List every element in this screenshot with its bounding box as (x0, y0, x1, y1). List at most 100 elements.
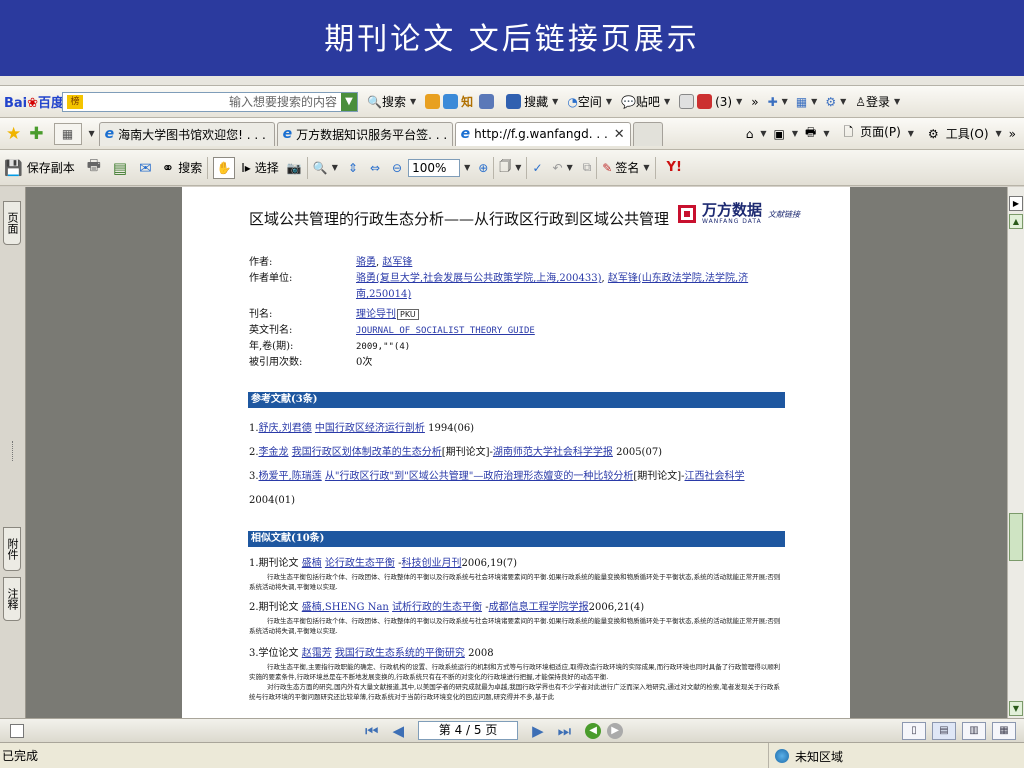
unit-link[interactable]: 骆勇(复旦大学,社会发展与公共政策学院,上海,200433) (356, 273, 602, 284)
page-menu[interactable]: 🗋 页面(P) (837, 123, 901, 144)
more-chevron[interactable]: » (751, 95, 758, 109)
message-button[interactable]: (3) ▼ (679, 94, 742, 109)
logo-cn: 万方数据 (702, 201, 763, 219)
select-tool-icon[interactable]: I▸ (241, 161, 251, 175)
fit-width-icon[interactable]: ⇔ (370, 161, 380, 175)
tab-list-chevron[interactable]: ▼ (89, 129, 95, 138)
continuous-page-icon[interactable]: ▤ (932, 722, 956, 740)
more-chevron[interactable]: » (1009, 127, 1016, 141)
book-icon (506, 94, 522, 109)
calendar-icon[interactable] (479, 94, 495, 109)
quick-tabs-button[interactable]: ▦ (53, 122, 82, 145)
page-number-input[interactable]: 第 4 / 5 页 (418, 721, 519, 740)
copy-icon[interactable]: ⧉ (583, 160, 592, 175)
reference-item: 3.杨爱平,陈瑞莲 从"行政区行政"到"区域公共管理"—政府治理形态嬗变的一种比… (249, 471, 745, 506)
page-controls: ⏮ ◀ 第 4 / 5 页 ▶ ⏭ ◀ ▶ (365, 721, 629, 740)
email-icon[interactable]: ✉ (139, 159, 152, 177)
undo-icon[interactable]: ↶ (553, 161, 563, 175)
page-layout-icon[interactable]: 🗍 (499, 157, 511, 178)
snapshot-icon[interactable]: 📷 (287, 161, 302, 175)
scroll-down-icon[interactable]: ▼ (1009, 701, 1023, 716)
yahoo-logo-icon[interactable]: Y! (667, 160, 682, 175)
tabs-bar: ★ ✚ ▦ ▼ e 海南大学图书馆欢迎您! . . . e 万方数据知识服务平台… (0, 118, 1024, 150)
save-copy-button[interactable]: 保存副本 (27, 159, 75, 176)
mail-icon[interactable] (425, 94, 441, 109)
favorites-star-icon[interactable]: ★ (6, 124, 21, 144)
pdf-toolbar: 💾 保存副本 🖶 ▤ ✉ ⚭ 搜索 ✋ I▸ 选择 📷 🔍 ▼ ⇕ ⇔ ⊖ 100… (0, 150, 1024, 186)
chevron-down-icon[interactable]: ▼ (341, 92, 357, 111)
print-icon[interactable]: 🖶 (805, 123, 816, 144)
tab-attachments[interactable]: 附件 (3, 527, 21, 571)
expand-arrow-icon[interactable]: ▶ (1009, 196, 1023, 211)
status-text: 已完成 (2, 749, 39, 763)
space-button[interactable]: ◔ 空间 ▼ (567, 93, 612, 110)
gear-icon[interactable]: ⚙ (825, 95, 836, 109)
last-page-icon[interactable]: ⏭ (558, 722, 572, 740)
zhidao-button[interactable]: 知 (461, 93, 473, 110)
forward-view-icon[interactable]: ▶ (607, 722, 624, 739)
wanfang-logo: 万方数据 WANFANG DATA 文献链接 (678, 203, 800, 225)
search-placeholder: 输入想要搜索的内容 (228, 95, 337, 109)
en-journal-link[interactable]: JOURNAL OF SOCIALIST THEORY GUIDE (356, 326, 535, 336)
vertical-scrollbar[interactable]: ▶ ▲ ▼ (1007, 187, 1024, 718)
tab-comments[interactable]: 注释 (3, 577, 21, 621)
zoom-input[interactable]: 100% (408, 158, 461, 177)
zoom-dropdown[interactable]: ▼ (464, 163, 470, 172)
login-button[interactable]: ♙ 登录 ▼ (855, 93, 900, 110)
next-page-icon[interactable]: ▶ (532, 722, 544, 740)
panel-grip[interactable] (12, 441, 14, 461)
zoom-in-icon[interactable]: 🔍 (313, 161, 328, 175)
print-icon[interactable]: 🖶 (87, 155, 101, 180)
grid-icon[interactable]: ▦ (796, 95, 807, 109)
continuous-facing-icon[interactable]: ▦ (992, 722, 1016, 740)
similar-abstract: 对行政生态方面的研究,国内外有大量文献报道,其中,以美国学者的研究成就最为卓越,… (249, 683, 780, 701)
new-tab-button[interactable] (632, 121, 663, 146)
select-button[interactable]: 选择 (255, 159, 279, 176)
baidu-search-input[interactable]: 榜 输入想要搜索的内容 ▼ (62, 91, 358, 112)
zoom-out-icon[interactable]: ⊖ (392, 161, 402, 175)
prev-page-icon[interactable]: ◀ (393, 722, 405, 740)
add-favorite-icon[interactable]: ✚ (29, 124, 43, 144)
journal-link[interactable]: 理论导刊 (356, 309, 396, 320)
binoculars-icon[interactable]: ⚭ (162, 159, 175, 177)
security-zone: 未知区域 (768, 743, 843, 768)
puzzle-icon[interactable]: ✚ (768, 95, 778, 109)
tab-pages[interactable]: 页面 (3, 201, 21, 245)
sign-button[interactable]: 签名 (615, 159, 639, 176)
tab-library[interactable]: e 海南大学图书馆欢迎您! . . . (98, 121, 275, 146)
reference-item: 1.舒庆,刘君德 中国行政区经济运行剖析 1994(06) (249, 423, 475, 434)
first-page-icon[interactable]: ⏮ (365, 722, 379, 740)
spellcheck-icon[interactable]: ✓ (532, 161, 542, 175)
author-link[interactable]: 赵军锋 (382, 257, 412, 268)
collect-button[interactable]: 搜藏 ▼ (506, 93, 558, 110)
person-icon: ♙ (855, 94, 866, 109)
search-button[interactable]: 搜索 (178, 159, 202, 176)
facing-page-icon[interactable]: ▥ (962, 722, 986, 740)
single-page-icon[interactable]: ▯ (902, 722, 926, 740)
toolbar-icons-a[interactable]: 知 (425, 93, 497, 110)
feed-icon[interactable]: ▣ (774, 127, 785, 141)
baidu-logo[interactable]: Bai❀百度 (4, 92, 64, 111)
hand-tool-icon[interactable]: ✋ (213, 156, 236, 179)
tab-wanfang[interactable]: e 万方数据知识服务平台签. . . (276, 121, 453, 146)
page-navigation-bar: ⏮ ◀ 第 4 / 5 页 ▶ ⏭ ◀ ▶ ▯ ▤ ▥ ▦ (0, 718, 1024, 742)
save-icon[interactable]: 💾 (4, 159, 23, 177)
home-icon[interactable]: ⌂ (746, 127, 754, 141)
author-link[interactable]: 骆勇 (356, 257, 376, 268)
fit-height-icon[interactable]: ⇕ (348, 161, 358, 175)
plugin-icons[interactable]: ✚ ▼ ▦ ▼ ⚙ ▼ (768, 95, 847, 109)
scroll-up-icon[interactable]: ▲ (1009, 214, 1023, 229)
tab-pdf[interactable]: e http://f.g.wanfangd. . . ✕ (454, 121, 631, 146)
tieba-button[interactable]: 💬 贴吧 ▼ (621, 93, 670, 110)
organize-icon[interactable]: ▤ (113, 159, 127, 177)
tools-menu[interactable]: ⚙ 工具(O) (921, 125, 989, 142)
panel-toggle-icon[interactable] (10, 723, 24, 738)
baidu-search-button[interactable]: 🔍 搜索 ▼ (367, 93, 416, 110)
close-icon[interactable]: ✕ (614, 127, 625, 142)
scroll-thumb[interactable] (1009, 513, 1023, 561)
pen-icon[interactable]: ✎ (602, 161, 612, 175)
rank-badge[interactable]: 榜 (67, 94, 83, 109)
zoom-plus-icon[interactable]: ⊕ (478, 161, 488, 175)
back-view-icon[interactable]: ◀ (585, 722, 602, 739)
image-icon[interactable] (443, 94, 459, 109)
